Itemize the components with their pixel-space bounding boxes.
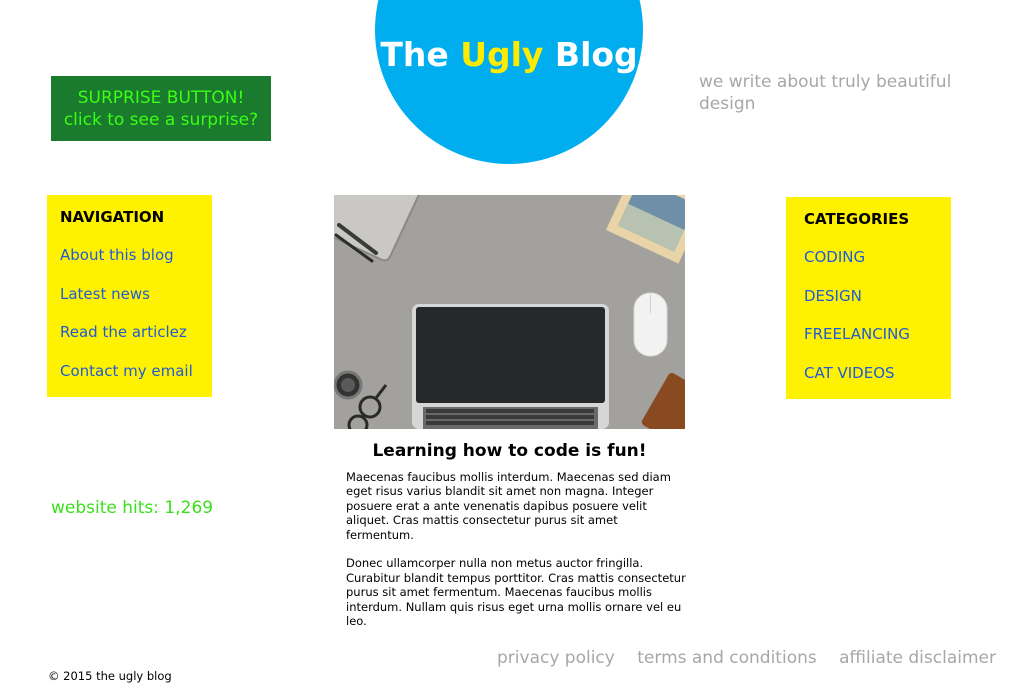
mouse-icon bbox=[633, 292, 668, 357]
surprise-button-line2: click to see a surprise? bbox=[63, 109, 259, 130]
navigation-box: NAVIGATION About this blog Latest news R… bbox=[47, 195, 212, 397]
tagline: we write about truly beautiful design bbox=[699, 72, 952, 114]
site-title-part2: Blog bbox=[543, 35, 638, 74]
category-link-freelancing[interactable]: FREELANCING bbox=[804, 324, 951, 344]
article-title[interactable]: Learning how to code is fun! bbox=[334, 441, 685, 461]
nav-link-latest-news[interactable]: Latest news bbox=[60, 284, 212, 304]
categories-heading: CATEGORIES bbox=[804, 210, 910, 228]
footer-link-affiliate-disclaimer[interactable]: affiliate disclaimer bbox=[839, 648, 996, 668]
article-hero-image bbox=[334, 195, 685, 429]
footer-links: privacy policy terms and conditions affi… bbox=[497, 648, 1013, 668]
categories-box: CATEGORIES CODING DESIGN FREELANCING CAT… bbox=[786, 197, 951, 399]
category-link-cat-videos[interactable]: CAT VIDEOS bbox=[804, 363, 951, 383]
navigation-heading: NAVIGATION bbox=[60, 208, 165, 226]
website-hits-counter: website hits: 1,269 bbox=[51, 498, 214, 518]
nav-link-articles[interactable]: Read the articlez bbox=[60, 322, 212, 342]
footer-link-privacy-policy[interactable]: privacy policy bbox=[497, 648, 615, 668]
article-body: Maecenas faucibus mollis interdum. Maece… bbox=[346, 470, 686, 643]
logo-circle bbox=[375, 0, 643, 164]
surprise-button[interactable]: SURPRISE BUTTON! click to see a surprise… bbox=[51, 76, 271, 141]
nav-link-contact[interactable]: Contact my email bbox=[60, 361, 212, 381]
article-paragraph: Maecenas faucibus mollis interdum. Maece… bbox=[346, 470, 671, 542]
surprise-button-line1: SURPRISE BUTTON! bbox=[77, 87, 245, 108]
site-title-part1: The bbox=[380, 35, 461, 74]
watch-icon bbox=[334, 370, 363, 400]
nav-link-about[interactable]: About this blog bbox=[60, 245, 212, 265]
category-link-design[interactable]: DESIGN bbox=[804, 286, 951, 306]
site-title-accent: Ugly bbox=[460, 35, 544, 74]
footer-link-terms[interactable]: terms and conditions bbox=[637, 648, 816, 668]
site-title[interactable]: The Ugly Blog bbox=[375, 34, 643, 76]
laptop-icon bbox=[412, 304, 609, 429]
article-paragraph: Donec ullamcorper nulla non metus auctor… bbox=[346, 556, 686, 629]
copyright-text: © 2015 the ugly blog bbox=[48, 669, 172, 683]
category-link-coding[interactable]: CODING bbox=[804, 247, 951, 267]
